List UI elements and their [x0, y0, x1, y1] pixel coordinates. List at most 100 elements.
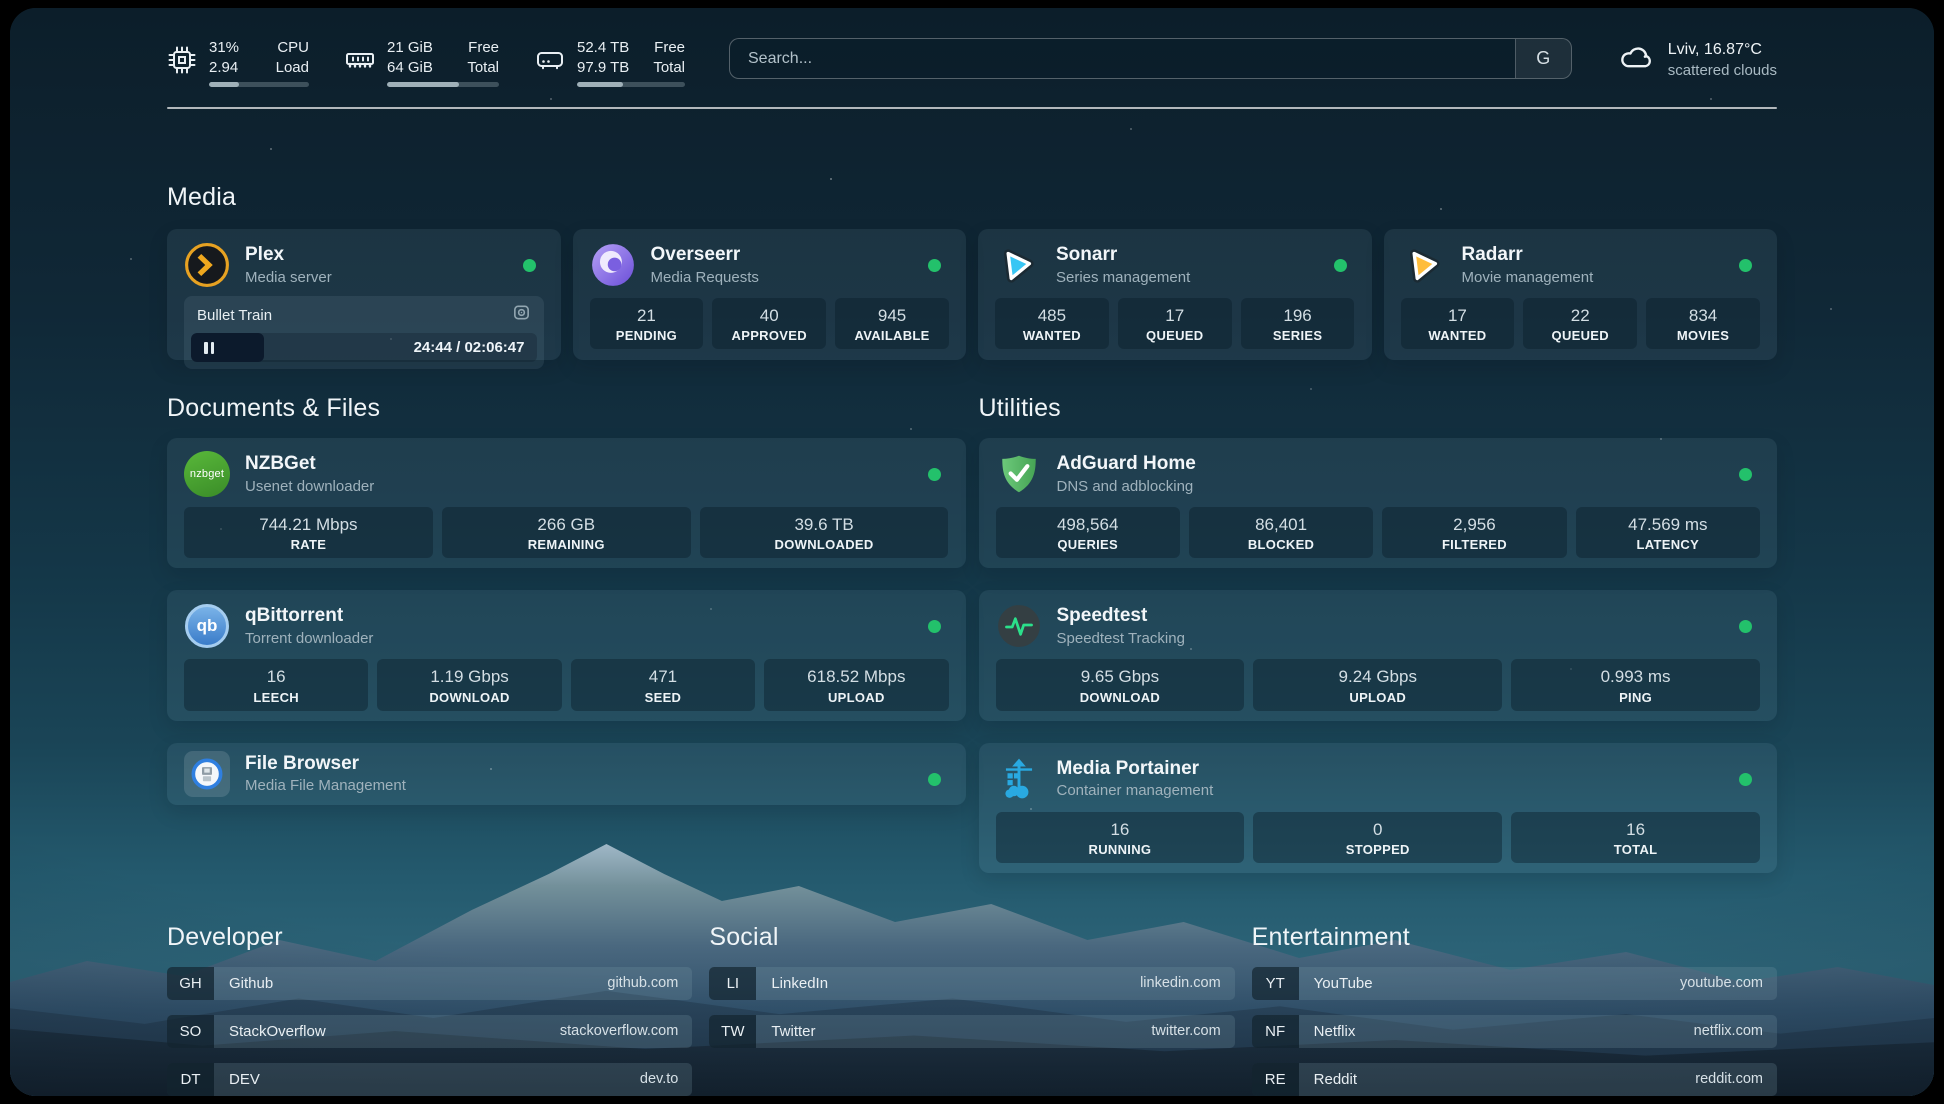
- stat-upload: 618.52 Mbps UPLOAD: [764, 659, 948, 710]
- service-name: NZBGet: [245, 453, 374, 475]
- bookmark-stackoverflow[interactable]: SO StackOverflow stackoverflow.com: [167, 1015, 692, 1048]
- service-description: Media Requests: [651, 269, 759, 286]
- radarr-icon: [1401, 242, 1447, 288]
- memory-free-value: 21 GiB: [387, 38, 433, 58]
- stat-filtered: 2,956 FILTERED: [1382, 507, 1566, 558]
- status-dot-online: [523, 259, 536, 272]
- stream-time: 24:44 / 02:06:47: [414, 339, 537, 356]
- disk-total-value: 97.9 TB: [577, 58, 629, 78]
- dashboard-content: 31% 2.94 CPU Load: [167, 8, 1777, 1096]
- plex-now-playing: Bullet Train 24:44 / 02:06:47: [184, 296, 544, 369]
- service-description: Speedtest Tracking: [1057, 630, 1185, 647]
- bookmark-abbr: DT: [167, 1063, 214, 1096]
- service-name: AdGuard Home: [1057, 453, 1196, 475]
- stream-progress-fill: [191, 333, 264, 362]
- disk-total-label: Total: [653, 58, 685, 78]
- cpu-load-label: Load: [276, 58, 309, 78]
- memory-free-label: Free: [467, 38, 499, 58]
- status-dot-online: [928, 773, 941, 786]
- disk-free-value: 52.4 TB: [577, 38, 629, 58]
- service-card-speedtest[interactable]: Speedtest Speedtest Tracking 9.65 Gbps D…: [979, 590, 1778, 720]
- bookmark-abbr: GH: [167, 967, 214, 1000]
- service-card-portainer[interactable]: Media Portainer Container management 16 …: [979, 743, 1778, 873]
- stream-progress-bar: 24:44 / 02:06:47: [191, 333, 537, 362]
- stat-wanted: 17 WANTED: [1401, 298, 1515, 349]
- bookmark-url: stackoverflow.com: [560, 1023, 692, 1039]
- stat-remaining: 266 GB REMAINING: [442, 507, 691, 558]
- stat-seed: 471 SEED: [571, 659, 755, 710]
- service-description: Media server: [245, 269, 332, 286]
- topbar-divider: [167, 107, 1777, 109]
- bookmark-linkedin[interactable]: LI LinkedIn linkedin.com: [709, 967, 1234, 1000]
- stat-download: 9.65 Gbps DOWNLOAD: [996, 659, 1245, 710]
- bookmark-abbr: NF: [1252, 1015, 1299, 1048]
- qbittorrent-icon: qb: [184, 603, 230, 649]
- service-description: Media File Management: [245, 777, 406, 794]
- top-bar: 31% 2.94 CPU Load: [167, 8, 1777, 87]
- speedtest-icon: [996, 603, 1042, 649]
- weather-location-temp: Lviv, 16.87°C: [1668, 39, 1777, 61]
- stat-series: 196 SERIES: [1241, 298, 1355, 349]
- stat-blocked: 86,401 BLOCKED: [1189, 507, 1373, 558]
- memory-progress-fill: [387, 82, 459, 87]
- bookmark-dev[interactable]: DT DEV dev.to: [167, 1063, 692, 1096]
- dashboard-frame: 31% 2.94 CPU Load: [10, 8, 1934, 1096]
- service-card-nzbget[interactable]: nzbget NZBGet Usenet downloader 744.21 M…: [167, 438, 966, 568]
- stat-download: 1.19 Gbps DOWNLOAD: [377, 659, 561, 710]
- cpu-label: CPU: [276, 38, 309, 58]
- bookmark-url: youtube.com: [1680, 975, 1777, 991]
- bookmark-abbr: LI: [709, 967, 756, 1000]
- bookmark-url: github.com: [607, 975, 692, 991]
- stat-upload: 9.24 Gbps UPLOAD: [1253, 659, 1502, 710]
- bookmark-abbr: SO: [167, 1015, 214, 1048]
- stat-queued: 17 QUEUED: [1118, 298, 1232, 349]
- service-card-qbittorrent[interactable]: qb qBittorrent Torrent downloader 16 LEE…: [167, 590, 966, 720]
- weather-condition: scattered clouds: [1668, 61, 1777, 81]
- service-description: Usenet downloader: [245, 478, 374, 495]
- bookmark-netflix[interactable]: NF Netflix netflix.com: [1252, 1015, 1777, 1048]
- service-card-filebrowser[interactable]: File Browser Media File Management: [167, 743, 966, 805]
- service-description: DNS and adblocking: [1057, 478, 1196, 495]
- service-card-plex[interactable]: Plex Media server Bullet Train: [167, 229, 561, 360]
- stat-rate: 744.21 Mbps RATE: [184, 507, 433, 558]
- bookmarks-entertainment: Entertainment YT YouTube youtube.com NF …: [1252, 923, 1777, 1096]
- service-card-overseerr[interactable]: Overseerr Media Requests 21 PENDING 40 A…: [573, 229, 967, 360]
- bookmark-name: YouTube: [1314, 975, 1373, 992]
- bookmark-name: Reddit: [1314, 1071, 1357, 1088]
- search-provider-button[interactable]: G: [1515, 39, 1571, 78]
- bookmark-url: twitter.com: [1151, 1023, 1234, 1039]
- bookmark-youtube[interactable]: YT YouTube youtube.com: [1252, 967, 1777, 1000]
- status-dot-online: [1739, 259, 1752, 272]
- service-description: Torrent downloader: [245, 630, 373, 647]
- cpu-widget: 31% 2.94 CPU Load: [167, 38, 309, 87]
- bookmarks-social: Social LI LinkedIn linkedin.com TW Twitt…: [709, 923, 1234, 1096]
- search-bar: G: [729, 38, 1572, 79]
- group-title-entertainment: Entertainment: [1252, 923, 1777, 952]
- stat-ping: 0.993 ms PING: [1511, 659, 1760, 710]
- service-card-radarr[interactable]: Radarr Movie management 17 WANTED 22 QUE…: [1384, 229, 1778, 360]
- stat-movies: 834 MOVIES: [1646, 298, 1760, 349]
- service-name: Plex: [245, 244, 332, 266]
- bookmark-github[interactable]: GH Github github.com: [167, 967, 692, 1000]
- service-name: Media Portainer: [1057, 758, 1214, 780]
- bookmark-twitter[interactable]: TW Twitter twitter.com: [709, 1015, 1234, 1048]
- status-dot-online: [1739, 468, 1752, 481]
- stat-wanted: 485 WANTED: [995, 298, 1109, 349]
- cpu-usage-value: 31%: [209, 38, 239, 58]
- status-dot-online: [928, 468, 941, 481]
- disk-widget: 52.4 TB 97.9 TB Free Total: [535, 38, 685, 87]
- cpu-load-value: 2.94: [209, 58, 239, 78]
- search-input[interactable]: [730, 50, 1515, 68]
- bookmark-reddit[interactable]: RE Reddit reddit.com: [1252, 1063, 1777, 1096]
- service-name: Overseerr: [651, 244, 759, 266]
- cpu-icon: [167, 45, 197, 80]
- service-description: Movie management: [1462, 269, 1594, 286]
- memory-widget: 21 GiB 64 GiB Free Total: [345, 38, 499, 87]
- service-card-sonarr[interactable]: Sonarr Series management 485 WANTED 17 Q…: [978, 229, 1372, 360]
- bookmark-url: dev.to: [640, 1071, 692, 1087]
- service-name: File Browser: [245, 753, 406, 775]
- cpu-progress-fill: [209, 82, 239, 87]
- plex-icon: [184, 242, 230, 288]
- service-card-adguard[interactable]: AdGuard Home DNS and adblocking 498,564 …: [979, 438, 1778, 568]
- service-name: Speedtest: [1057, 605, 1185, 627]
